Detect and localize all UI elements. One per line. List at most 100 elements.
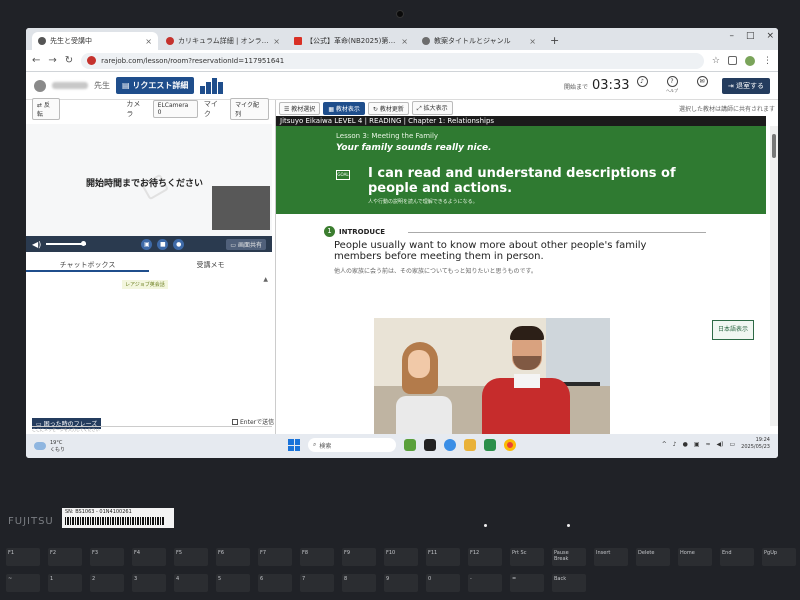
mic-select[interactable]: マイク配列: [230, 98, 269, 120]
keyboard-key[interactable]: F8: [300, 548, 334, 566]
keyboard-key[interactable]: 0: [426, 574, 460, 592]
keyboard-key[interactable]: Prt Sc: [510, 548, 544, 566]
lesson-banner: Lesson 3: Meeting the Family Your family…: [276, 126, 766, 214]
tab-gmail[interactable]: 【公式】革命(NB2025)第1回(4 ×: [288, 32, 414, 50]
keyboard-key[interactable]: F7: [258, 548, 292, 566]
keyboard-key[interactable]: Home: [678, 548, 712, 566]
extensions-icon[interactable]: [728, 56, 737, 65]
reload-icon[interactable]: ↻: [65, 55, 73, 66]
keyboard-key[interactable]: 8: [342, 574, 376, 592]
close-icon[interactable]: ×: [529, 37, 536, 46]
keyboard-key[interactable]: F9: [342, 548, 376, 566]
checkbox[interactable]: [232, 418, 238, 425]
close-window-button[interactable]: ×: [766, 31, 774, 41]
keyboard-key[interactable]: Delete: [636, 548, 670, 566]
keyboard-key[interactable]: Pause Break: [552, 548, 586, 566]
enter-to-send-toggle[interactable]: Enterで送信: [232, 417, 274, 426]
keyboard-key[interactable]: Back: [552, 574, 586, 592]
widget-app-icon[interactable]: [404, 439, 416, 451]
menu-dots-icon[interactable]: ⋮: [763, 56, 772, 66]
minimize-button[interactable]: –: [729, 31, 734, 41]
tab-chatbox[interactable]: チャットボックス: [26, 258, 149, 272]
battery-icon[interactable]: ▭: [730, 441, 736, 448]
tab-memo[interactable]: 受講メモ: [149, 258, 272, 272]
copilot-tray-icon[interactable]: ●: [683, 441, 688, 448]
new-tab-button[interactable]: +: [544, 32, 565, 50]
keyboard-key[interactable]: Insert: [594, 548, 628, 566]
forward-icon[interactable]: →: [48, 55, 56, 66]
volume-knob[interactable]: [81, 241, 87, 246]
keyboard-key[interactable]: F12: [468, 548, 502, 566]
site-info-icon[interactable]: [87, 56, 97, 65]
scroll-thumb[interactable]: [772, 134, 776, 158]
scroll-up-icon[interactable]: ▲: [263, 276, 268, 283]
speaker-icon[interactable]: ◀): [32, 240, 41, 249]
help-button[interactable]: ? ヘルプ: [664, 76, 680, 94]
tray-app-icon[interactable]: ▣: [694, 441, 700, 448]
japanese-toggle-button[interactable]: 日本語表示: [712, 320, 754, 340]
keyboard-key[interactable]: F10: [384, 548, 418, 566]
back-icon[interactable]: ←: [32, 55, 40, 66]
chrome-icon[interactable]: [504, 439, 516, 451]
refresh-material-button[interactable]: ↻ 教材更新: [367, 101, 409, 115]
volume-icon[interactable]: ◀): [717, 441, 724, 448]
camera-select[interactable]: ELCamera 0: [152, 100, 198, 118]
mail-button[interactable]: ✉: [694, 76, 710, 94]
keyboard-key[interactable]: -: [468, 574, 502, 592]
select-material-button[interactable]: ☰ 教材選択: [279, 101, 321, 115]
keyboard-key[interactable]: =: [510, 574, 544, 592]
maximize-button[interactable]: □: [746, 31, 755, 41]
show-material-button[interactable]: ▦ 教材表示: [323, 101, 365, 115]
file-explorer-icon[interactable]: [464, 439, 476, 451]
windows-start-icon[interactable]: [288, 439, 300, 451]
keyboard-key[interactable]: 3: [132, 574, 166, 592]
excel-icon[interactable]: [484, 439, 496, 451]
screen-button[interactable]: ▣: [141, 238, 153, 250]
keyboard-key[interactable]: 4: [174, 574, 208, 592]
copilot-icon[interactable]: [444, 439, 456, 451]
bookmark-star-icon[interactable]: ☆: [712, 56, 720, 66]
screen-share-button[interactable]: ▭ 画面共有: [226, 238, 266, 250]
request-detail-button[interactable]: ▤ リクエスト詳細: [116, 77, 195, 94]
mic-icon[interactable]: ♪: [673, 441, 677, 448]
tab-material-titles[interactable]: 教案タイトルとジャンル ×: [416, 32, 542, 50]
close-icon[interactable]: ×: [145, 37, 152, 46]
chat-input[interactable]: ここにメッセージを入力してください: [32, 426, 272, 432]
keyboard-key[interactable]: F5: [174, 548, 208, 566]
keyboard-key[interactable]: 9: [384, 574, 418, 592]
tray-chevron-icon[interactable]: ^: [662, 441, 667, 448]
keyboard-key[interactable]: 1: [48, 574, 82, 592]
keyboard-key[interactable]: 2: [90, 574, 124, 592]
camera-toggle[interactable]: ■: [157, 238, 169, 250]
mic-check-button[interactable]: ♪: [634, 76, 650, 94]
tab-curriculum[interactable]: カリキュラム詳細 | オンライン英会話 ×: [160, 32, 286, 50]
keyboard-key[interactable]: F3: [90, 548, 124, 566]
mirror-button[interactable]: ⇄ 反転: [32, 98, 61, 120]
keyboard-key[interactable]: End: [720, 548, 754, 566]
clock[interactable]: 19:24 2025/05/23: [741, 437, 770, 451]
keyboard-key[interactable]: 7: [300, 574, 334, 592]
keyboard-key[interactable]: 5: [216, 574, 250, 592]
material-scrollbar[interactable]: [770, 126, 778, 426]
url-field[interactable]: rarejob.com/lesson/room?reservationId=11…: [81, 52, 704, 69]
keyboard-key[interactable]: F6: [216, 548, 250, 566]
weather-widget[interactable]: 19°C くもり: [34, 440, 284, 453]
tab-lesson[interactable]: 先生と受講中 ×: [32, 32, 158, 50]
close-icon[interactable]: ×: [401, 37, 408, 46]
keyboard-key[interactable]: F1: [6, 548, 40, 566]
keyboard-key[interactable]: ~: [6, 574, 40, 592]
keyboard-key[interactable]: PgUp: [762, 548, 796, 566]
exit-button[interactable]: ⇥ 退室する: [721, 78, 770, 94]
task-view-icon[interactable]: [424, 439, 436, 451]
wifi-icon[interactable]: ≈: [706, 441, 711, 448]
expand-view-button[interactable]: ⤢ 拡大表示: [411, 101, 453, 115]
profile-avatar[interactable]: [745, 55, 755, 66]
volume-slider[interactable]: [46, 241, 87, 246]
keyboard-key[interactable]: F11: [426, 548, 460, 566]
keyboard-key[interactable]: 6: [258, 574, 292, 592]
keyboard-key[interactable]: F4: [132, 548, 166, 566]
taskbar-search[interactable]: ⌕ 検索: [308, 438, 396, 452]
keyboard-key[interactable]: F2: [48, 548, 82, 566]
close-icon[interactable]: ×: [273, 37, 280, 46]
mic-toggle[interactable]: ●: [173, 238, 185, 250]
